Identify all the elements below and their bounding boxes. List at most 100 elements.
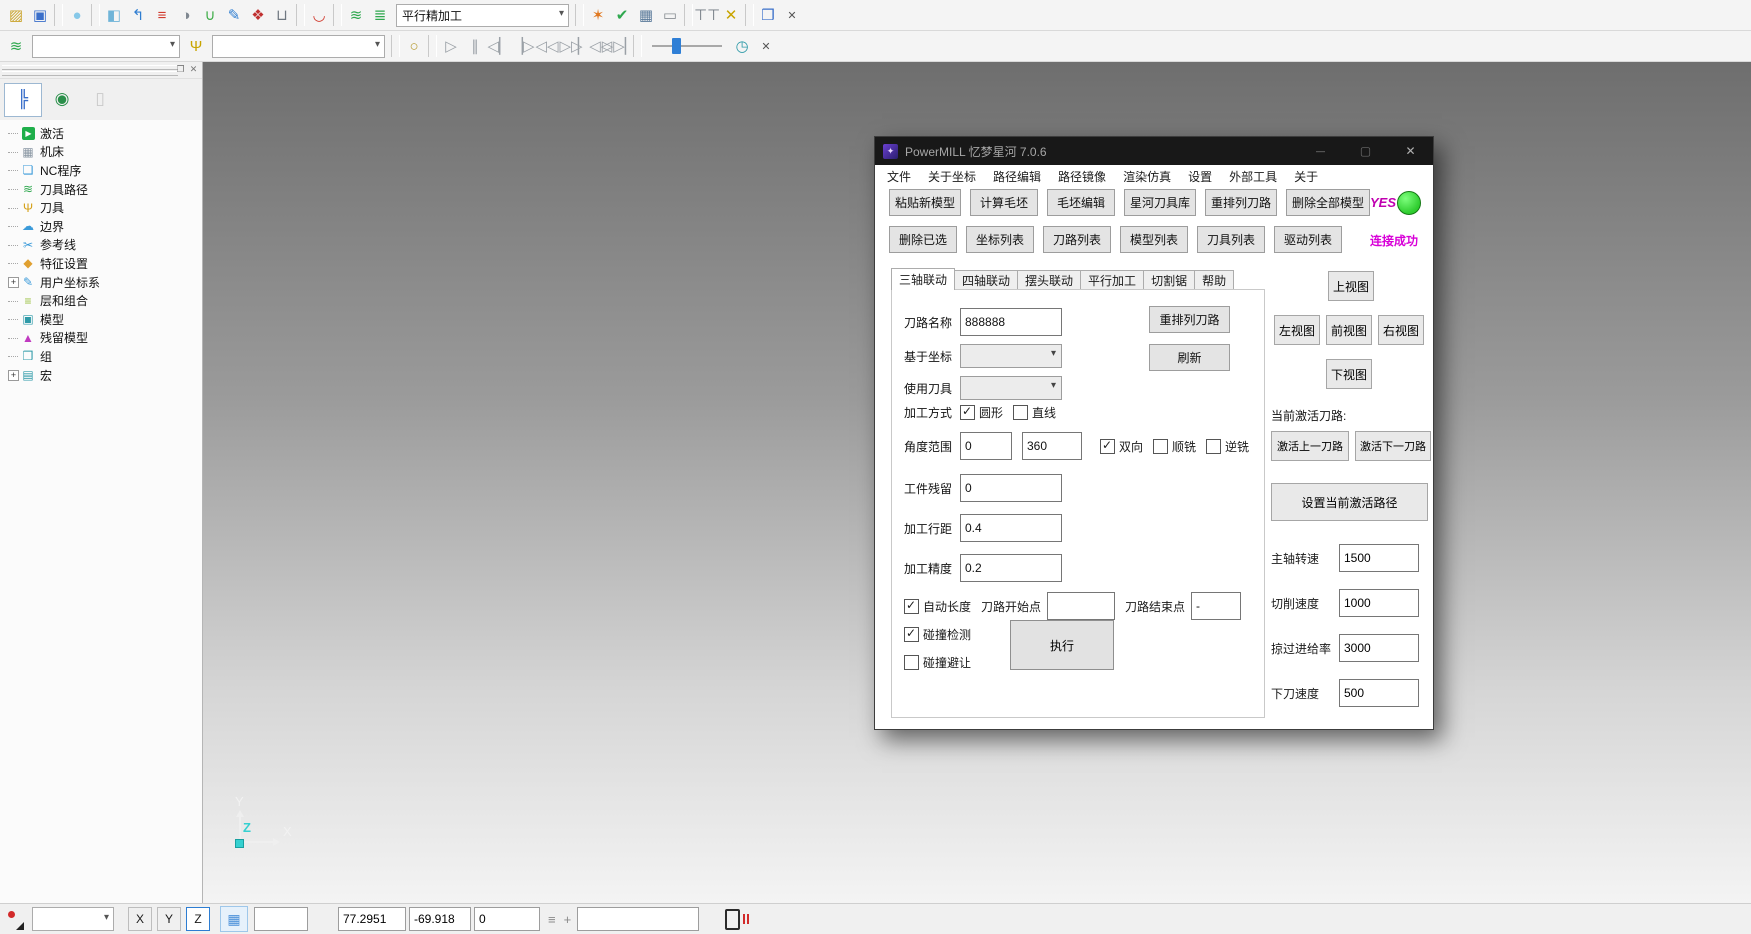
leads-links-icon[interactable]: ∪ [198, 3, 222, 27]
toolpath-icon[interactable]: ≋ [344, 3, 368, 27]
tool-holder-icon[interactable]: ⊔ [270, 3, 294, 27]
coordinate-x-input[interactable] [338, 907, 406, 931]
model-list-button[interactable]: 模型列表 [1120, 226, 1188, 253]
dialog-titlebar[interactable]: PowerMILL 忆梦星河 7.0.6 [875, 137, 1433, 165]
tree-item-nc-programs[interactable]: ❏NC程序 [6, 161, 202, 180]
tree-item-patterns[interactable]: ✂参考线 [6, 236, 202, 255]
menu-path-edit[interactable]: 路径编辑 [993, 168, 1041, 185]
set-active-path-button[interactable]: 设置当前激活路径 [1271, 483, 1428, 521]
go-end-icon[interactable]: ▷▷▏ [607, 34, 631, 58]
grid-size-input[interactable] [254, 907, 308, 931]
feed-rate-icon[interactable]: ≡ [150, 3, 174, 27]
paste-new-model-button[interactable]: 粘贴新模型 [889, 189, 961, 216]
angle-to-input[interactable] [1022, 432, 1082, 460]
checkbox-conventional[interactable]: 逆铣 [1206, 438, 1259, 455]
expand-icon[interactable] [6, 277, 20, 287]
explorer-world-tab[interactable] [44, 83, 80, 115]
checkbox-bidirectional[interactable] [1100, 439, 1115, 454]
rewind-icon[interactable]: ◁◁ [535, 34, 559, 58]
axis-transform-icon[interactable]: ✕ [719, 3, 743, 27]
main-toolbar-close-icon[interactable]: ✕ [783, 6, 801, 24]
reorder-toolpaths-inner-button[interactable]: 重排列刀路 [1149, 306, 1230, 333]
grid-toggle-button[interactable]: ▦ [220, 906, 248, 932]
x-axis-button[interactable]: X [128, 907, 152, 931]
tree-item-workplanes[interactable]: ✎用户坐标系 [6, 273, 202, 292]
checkbox-conventional[interactable] [1206, 439, 1221, 454]
toolpath-edit-icon[interactable]: ✎ [222, 3, 246, 27]
tab-swivel-head[interactable]: 摆头联动 [1017, 270, 1081, 290]
pattern-points-icon[interactable]: ❖ [246, 3, 270, 27]
toolpath-list-button[interactable]: 刀路列表 [1043, 226, 1111, 253]
block-icon[interactable]: ◧ [102, 3, 126, 27]
rapid-heights-icon[interactable]: ↰ [126, 3, 150, 27]
panel-grip[interactable] [0, 62, 202, 79]
collision-check-icon[interactable]: ✶ [586, 3, 610, 27]
tool-list-button[interactable]: 刀具列表 [1197, 226, 1265, 253]
checkbox-climb[interactable]: 顺铣 [1153, 438, 1206, 455]
checkbox-climb[interactable] [1153, 439, 1168, 454]
menu-external-tools[interactable]: 外部工具 [1229, 168, 1277, 185]
delete-all-models-button[interactable]: 删除全部模型 [1286, 189, 1370, 216]
view-front-button[interactable]: 前视图 [1326, 315, 1372, 345]
z-axis-button[interactable]: Z [186, 907, 210, 931]
plunge-speed-input[interactable] [1339, 679, 1419, 707]
spindle-speed-input[interactable] [1339, 544, 1419, 572]
reorder-toolpaths-button[interactable]: 重排列刀路 [1205, 189, 1277, 216]
lightbulb-icon[interactable]: ○ [402, 34, 426, 58]
tree-item-levels-sets[interactable]: ≡层和组合 [6, 291, 202, 310]
minimize-button[interactable] [1298, 137, 1343, 165]
checkbox-linear[interactable] [1013, 405, 1028, 420]
xinghe-tool-library-button[interactable]: 星河刀具库 [1124, 189, 1196, 216]
base-coord-dropdown[interactable] [960, 344, 1062, 368]
tool-change-icon[interactable]: ⊤⊤ [695, 3, 719, 27]
tree-item-tools[interactable]: Ψ刀具 [6, 198, 202, 217]
tab-parallel[interactable]: 平行加工 [1080, 270, 1144, 290]
ruler-icon[interactable]: ▭ [658, 3, 682, 27]
expand-icon[interactable] [6, 370, 20, 380]
collision-avoid-checkbox[interactable] [904, 655, 919, 670]
clock-icon[interactable]: ◷ [730, 34, 754, 58]
menu-path-mirror[interactable]: 路径镜像 [1058, 168, 1106, 185]
execute-button[interactable]: 执行 [1010, 620, 1114, 670]
coordinate-list-button[interactable]: 坐标列表 [966, 226, 1034, 253]
simulation-speed-slider[interactable] [652, 37, 722, 55]
use-tool-dropdown[interactable] [960, 376, 1062, 400]
simulation-toolbar-close-icon[interactable]: ✕ [757, 37, 775, 55]
compute-stock-button[interactable]: 计算毛坯 [970, 189, 1038, 216]
strategy-list-icon[interactable]: ≣ [368, 3, 392, 27]
checkbox-linear[interactable]: 直线 [1013, 404, 1066, 421]
menu-file[interactable]: 文件 [887, 168, 911, 185]
activate-prev-toolpath-button[interactable]: 激活上一刀路 [1271, 431, 1349, 461]
stepover-input[interactable] [960, 514, 1062, 542]
blank-model-icon[interactable]: ● [65, 3, 89, 27]
y-axis-button[interactable]: Y [157, 907, 181, 931]
tool-database-icon[interactable]: ◑ [174, 3, 198, 27]
view-right-button[interactable]: 右视图 [1378, 315, 1424, 345]
tree-item-toolpaths[interactable]: ≋刀具路径 [6, 180, 202, 199]
close-button[interactable] [1388, 137, 1433, 165]
stock-edit-button[interactable]: 毛坯编辑 [1047, 189, 1115, 216]
drive-list-button[interactable]: 驱动列表 [1274, 226, 1342, 253]
menu-about-coords[interactable]: 关于坐标 [928, 168, 976, 185]
coordinate-z-input[interactable] [474, 907, 540, 931]
delete-selected-button[interactable]: 删除已选 [889, 226, 957, 253]
pause-icon[interactable]: ∥ [463, 34, 487, 58]
maximize-button[interactable] [1343, 137, 1388, 165]
angle-from-input[interactable] [960, 432, 1012, 460]
checkbox-circular[interactable] [960, 405, 975, 420]
checkbox-bidirectional[interactable]: 双向 [1100, 438, 1153, 455]
toolpath-name-input[interactable] [960, 308, 1062, 336]
save-project-icon[interactable]: ▣ [28, 3, 52, 27]
tool-select-dropdown[interactable] [212, 35, 385, 58]
tolerance-status-input[interactable] [577, 907, 699, 931]
tool-contact-icon[interactable]: ◡ [307, 3, 331, 27]
tree-item-stock-models[interactable]: ▲残留模型 [6, 329, 202, 348]
tab-3axis[interactable]: 三轴联动 [891, 268, 955, 290]
step-forward-icon[interactable]: ▕▷ [511, 34, 535, 58]
tolerance-input[interactable] [960, 554, 1062, 582]
open-project-icon[interactable]: ▨ [4, 3, 28, 27]
locate-probe-icon[interactable]: + [564, 912, 572, 927]
skim-feed-input[interactable] [1339, 634, 1419, 662]
explorer-tree-tab[interactable] [4, 83, 42, 117]
tree-item-machine-tool[interactable]: ▦机床 [6, 143, 202, 162]
